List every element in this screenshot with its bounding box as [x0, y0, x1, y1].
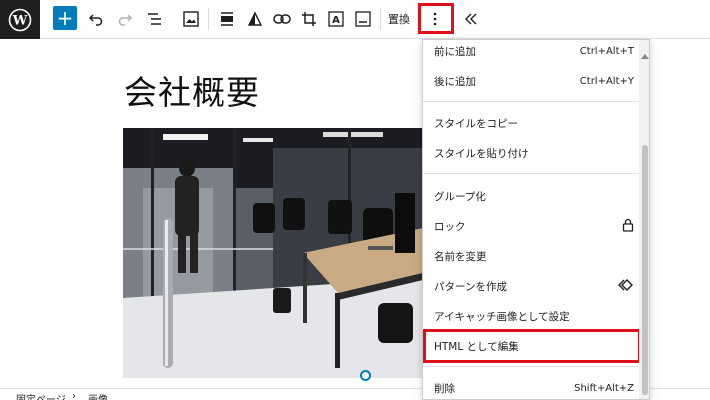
resize-handle[interactable] [360, 370, 371, 381]
editor-screen: W + A 置換 会社概要 › 前に追加 Ctrl+Alt+T 後に追加 Ctr… [0, 0, 710, 400]
breadcrumb-separator: › [72, 391, 76, 400]
edit-html-highlight [423, 329, 641, 363]
menu-item-copy-styles[interactable]: スタイルをコピー [434, 110, 634, 136]
svg-text:A: A [332, 15, 340, 26]
undo-icon[interactable] [86, 5, 106, 33]
page-title[interactable]: 会社概要 [124, 66, 260, 114]
text-overlay-icon[interactable]: A [325, 5, 347, 33]
crop-icon[interactable] [298, 5, 320, 33]
menu-item-shortcut: Ctrl+Alt+Y [579, 75, 634, 87]
replace-button[interactable]: 置換 [386, 5, 412, 33]
menu-item-rename[interactable]: 名前を変更 [434, 243, 634, 269]
menu-item-delete[interactable]: 削除 Shift+Alt+Z [434, 375, 634, 399]
menu-item-label: 後に追加 [434, 75, 476, 88]
menu-item-label: ロック [434, 220, 466, 233]
menu-item-label: 前に追加 [434, 45, 476, 58]
toolbar-divider [380, 8, 381, 30]
menu-item-label: 名前を変更 [434, 250, 487, 263]
align-icon[interactable] [216, 5, 238, 33]
breadcrumb-page[interactable]: 固定ページ [16, 391, 66, 400]
menu-item-label: グループ化 [434, 190, 486, 203]
duotone-icon[interactable] [244, 5, 266, 33]
top-toolbar: W + A 置換 [0, 0, 710, 39]
menu-divider [423, 101, 639, 102]
breadcrumb-image[interactable]: 画像 [88, 391, 108, 400]
menu-item-label: アイキャッチ画像として設定 [434, 310, 570, 323]
menu-item-label: スタイルを貼り付け [434, 147, 529, 160]
document-overview-icon[interactable] [145, 5, 165, 33]
more-options-highlight [418, 3, 454, 34]
menu-item-insert-before[interactable]: 前に追加 Ctrl+Alt+T [434, 40, 634, 64]
scroll-up-arrow-icon[interactable] [641, 54, 649, 59]
menu-item-paste-styles[interactable]: スタイルを貼り付け [434, 140, 634, 166]
image-block-icon[interactable] [180, 5, 202, 33]
office-photo [123, 128, 423, 378]
lock-icon [622, 218, 634, 235]
menu-divider [423, 366, 639, 367]
pattern-icon [618, 278, 634, 294]
menu-item-shortcut: Shift+Alt+Z [574, 382, 634, 394]
menu-scrollbar-thumb[interactable] [642, 145, 648, 395]
toolbar-divider [208, 8, 209, 30]
caption-icon[interactable] [352, 5, 374, 33]
collapse-toolbar-icon[interactable] [461, 5, 481, 33]
wordpress-logo-icon[interactable]: W [0, 0, 40, 39]
menu-item-group[interactable]: グループ化 [434, 183, 634, 209]
menu-item-label: スタイルをコピー [434, 117, 518, 130]
block-options-menu: 前に追加 Ctrl+Alt+T 後に追加 Ctrl+Alt+Y スタイルをコピー… [422, 39, 650, 400]
add-block-button[interactable]: + [53, 6, 77, 30]
menu-item-shortcut: Ctrl+Alt+T [579, 45, 634, 57]
menu-item-set-featured-image[interactable]: アイキャッチ画像として設定 [434, 303, 634, 329]
image-block[interactable] [123, 128, 423, 378]
svg-text:W: W [12, 13, 28, 28]
menu-item-lock[interactable]: ロック [434, 213, 634, 239]
menu-item-label: 削除 [434, 382, 455, 395]
link-icon[interactable] [271, 5, 293, 33]
menu-item-label: パターンを作成 [434, 280, 507, 293]
menu-item-insert-after[interactable]: 後に追加 Ctrl+Alt+Y [434, 68, 634, 94]
redo-icon[interactable] [115, 5, 135, 33]
menu-item-create-pattern[interactable]: パターンを作成 [434, 273, 634, 299]
menu-divider [423, 173, 639, 174]
